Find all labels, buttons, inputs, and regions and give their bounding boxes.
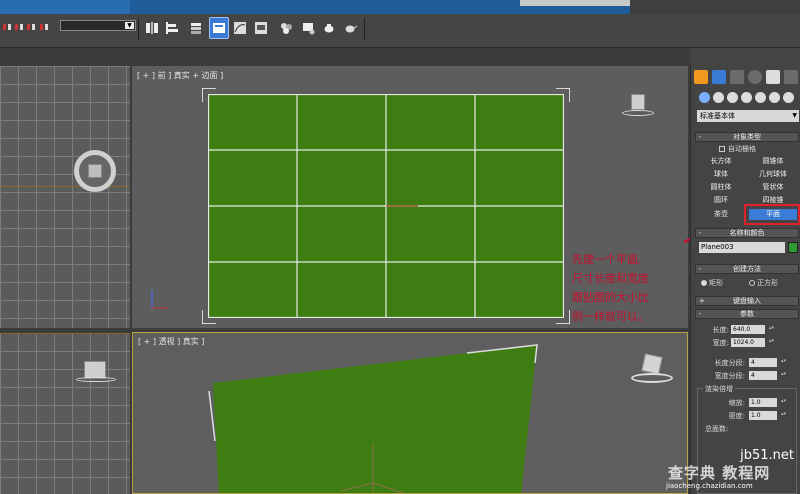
axis-tripod-front <box>151 290 168 309</box>
width-label: 宽度: <box>712 339 729 347</box>
hierarchy-tab-icon[interactable] <box>730 70 744 84</box>
rollout-name-color[interactable]: - 名称和颜色 <box>695 228 799 238</box>
rollout-title: 参数 <box>740 310 754 318</box>
length-label: 长度: <box>712 326 729 334</box>
viewcube-top[interactable] <box>74 150 116 192</box>
object-color-swatch[interactable] <box>788 242 798 253</box>
object-button-geosphere[interactable]: 几何球体 <box>749 169 797 180</box>
teapot-icon <box>324 24 334 33</box>
material-editor-button[interactable] <box>276 17 296 39</box>
highlight-box <box>744 204 800 225</box>
viewport-top[interactable] <box>0 66 130 328</box>
toolbar-small-icons <box>3 24 48 30</box>
rollout-title: 键盘输入 <box>733 297 761 305</box>
rollout-keyboard-entry[interactable]: + 键盘输入 <box>695 296 799 306</box>
schematic-icon <box>255 22 267 34</box>
motion-tab-icon[interactable] <box>748 70 762 84</box>
chevron-down-icon: ▼ <box>792 112 797 119</box>
schematic-view-button[interactable] <box>251 17 271 39</box>
rollout-object-type[interactable]: - 对象类型 <box>695 132 799 142</box>
layers-icon <box>191 23 201 34</box>
radio-rectangle[interactable]: 矩形 <box>701 278 723 288</box>
mirror-icon <box>146 22 158 34</box>
rollout-parameters[interactable]: - 参数 <box>695 309 799 319</box>
render-multipliers-title: 渲染倍增 <box>703 384 735 394</box>
curve-editor-button[interactable] <box>230 17 250 39</box>
rollout-title: 名称和颜色 <box>729 229 765 237</box>
main-toolbar: ▼ <box>0 14 800 48</box>
watermark: jb51.net 查字典 教程网 jiaocheng.chazidian.com <box>646 430 800 494</box>
object-button-cylinder[interactable]: 圆柱体 <box>697 182 745 193</box>
display-tab-icon[interactable] <box>766 70 780 84</box>
teapot-render-icon <box>345 25 357 33</box>
watermark-site: jb51.net <box>740 448 794 463</box>
watermark-url: jiaocheng.chazidian.com <box>666 482 753 490</box>
viewcube-perspective[interactable] <box>631 353 673 389</box>
chevron-down-icon: ▼ <box>125 22 134 29</box>
annotation-line: 跟贴图的大小比 <box>572 291 649 304</box>
scene-explorer-button[interactable] <box>209 17 229 39</box>
length-segs-spinner[interactable]: 4 <box>749 357 786 367</box>
radio-square[interactable]: 正方形 <box>749 278 778 288</box>
rollout-title: 对象类型 <box>733 133 761 141</box>
length-segs-label: 长度分段: <box>714 359 745 367</box>
object-button-torus[interactable]: 圆环 <box>697 195 745 206</box>
width-segs-spinner[interactable]: 4 <box>749 370 786 380</box>
selection-set-dropdown[interactable]: ▼ <box>60 20 136 31</box>
align-icon <box>166 22 178 34</box>
object-button-teapot[interactable]: 茶壶 <box>697 209 745 220</box>
object-name-input[interactable]: Plane003 <box>699 242 785 253</box>
viewport-perspective[interactable]: [ + ] 透视 ] 真实 ] <box>132 332 688 494</box>
create-tab-icon[interactable] <box>694 70 708 84</box>
annotation-line: 例一样就可以。 <box>572 310 649 323</box>
length-spinner[interactable]: 640.0 <box>731 324 774 334</box>
curve-editor-icon <box>234 22 246 34</box>
layer-manager-button[interactable] <box>186 17 206 39</box>
rollout-creation-method[interactable]: - 创建方法 <box>695 264 799 274</box>
radio-label: 正方形 <box>757 279 778 287</box>
scale-spinner[interactable]: 1.0 <box>749 397 786 407</box>
spacewarps-icon[interactable] <box>769 92 780 103</box>
width-spinner[interactable]: 1024.0 <box>731 337 774 347</box>
shapes-icon[interactable] <box>713 92 724 103</box>
render-setup-button[interactable] <box>298 17 318 39</box>
render-frame-button[interactable] <box>319 17 339 39</box>
rollout-title: 创建方法 <box>733 265 761 273</box>
object-button-cone[interactable]: 圆锥体 <box>749 156 797 167</box>
object-button-tube[interactable]: 管状体 <box>749 182 797 193</box>
radio-label: 矩形 <box>709 279 723 287</box>
object-button-box[interactable]: 长方体 <box>697 156 745 167</box>
modify-tab-icon[interactable] <box>712 70 726 84</box>
tutorial-annotation: 先建一个平面, 尺寸长度和宽度 跟贴图的大小比 例一样就可以。 <box>572 250 692 326</box>
width-segs-label: 宽度分段: <box>714 372 745 380</box>
render-production-button[interactable] <box>340 17 360 39</box>
mirror-button[interactable] <box>142 17 162 39</box>
viewport-label[interactable]: [ + ] 前 ] 真实 + 边面 ] <box>137 70 223 81</box>
utilities-tab-icon[interactable] <box>784 70 798 84</box>
density-label: 密度: <box>728 412 745 420</box>
scene-explorer-icon <box>213 23 225 33</box>
systems-icon[interactable] <box>783 92 794 103</box>
render-setup-icon <box>303 23 315 35</box>
lights-icon[interactable] <box>727 92 738 103</box>
perspective-plane <box>208 344 538 493</box>
watermark-cn: 查字典 教程网 <box>668 464 771 482</box>
category-select-value: 标准基本体 <box>700 112 735 120</box>
selection-brackets <box>202 88 570 324</box>
align-button[interactable] <box>162 17 182 39</box>
material-editor-icon <box>281 23 292 34</box>
autogrid-label: 自动栅格 <box>728 145 756 153</box>
annotation-line: 尺寸长度和宽度 <box>572 272 649 285</box>
cameras-icon[interactable] <box>741 92 752 103</box>
annotation-line: 先建一个平面, <box>572 253 642 266</box>
density-spinner[interactable]: 1.0 <box>749 410 786 420</box>
geometry-icon[interactable] <box>699 92 710 103</box>
autogrid-checkbox[interactable]: 自动栅格 <box>719 144 756 154</box>
scale-label: 缩放: <box>728 399 745 407</box>
helpers-icon[interactable] <box>755 92 766 103</box>
category-select[interactable]: 标准基本体 ▼ <box>697 110 799 122</box>
object-button-sphere[interactable]: 球体 <box>697 169 745 180</box>
viewcube-front[interactable] <box>622 94 654 120</box>
viewport-left[interactable] <box>0 333 130 494</box>
